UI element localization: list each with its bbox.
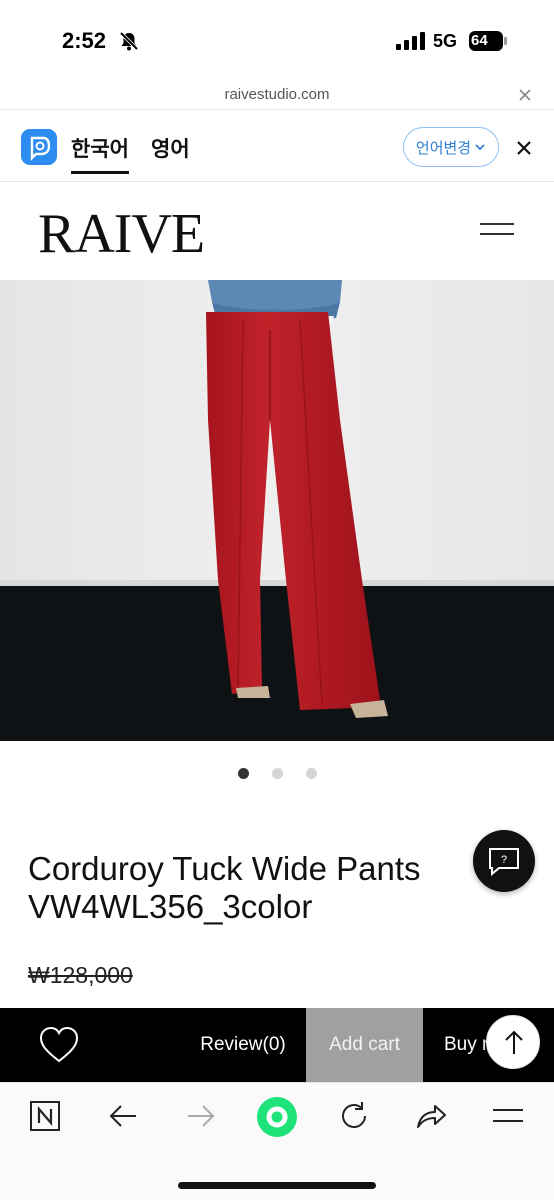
naver-n-icon[interactable] bbox=[28, 1099, 62, 1133]
add-cart-button[interactable]: Add cart bbox=[306, 1008, 423, 1082]
change-language-button[interactable]: 언어변경 bbox=[403, 127, 499, 167]
carousel-pagination bbox=[0, 768, 554, 780]
reload-icon[interactable] bbox=[337, 1099, 371, 1133]
chat-button[interactable]: ? bbox=[473, 830, 535, 892]
menu-icon[interactable] bbox=[491, 1099, 525, 1133]
purchase-action-bar: Review(0) Add cart Buy now bbox=[0, 1008, 554, 1082]
cell-signal-icon bbox=[396, 32, 425, 50]
product-photo[interactable] bbox=[0, 280, 554, 741]
scroll-to-top-button[interactable] bbox=[486, 1015, 540, 1069]
arrow-up-icon bbox=[505, 1030, 523, 1054]
forward-arrow-icon[interactable] bbox=[184, 1099, 218, 1133]
tab-english[interactable]: 영어 bbox=[151, 133, 190, 171]
carousel-dot[interactable] bbox=[238, 768, 249, 779]
tab-korean[interactable]: 한국어 bbox=[71, 133, 129, 174]
status-time: 2:52 bbox=[62, 28, 107, 53]
brand-logo[interactable]: RAIVE bbox=[38, 202, 205, 266]
product-name: Corduroy Tuck Wide Pants bbox=[28, 850, 421, 887]
translate-bar: 한국어 영어 언어변경 bbox=[0, 112, 554, 182]
home-indicator bbox=[178, 1182, 376, 1189]
change-language-label: 언어변경 bbox=[415, 139, 472, 157]
back-arrow-icon[interactable] bbox=[106, 1099, 140, 1133]
heart-icon[interactable] bbox=[38, 1025, 80, 1065]
chevron-down-icon bbox=[475, 144, 485, 151]
hamburger-menu-icon[interactable] bbox=[480, 223, 514, 239]
review-button[interactable]: Review(0) bbox=[188, 1008, 298, 1082]
site-header: RAIVE bbox=[0, 182, 554, 280]
url-text[interactable]: raivestudio.com bbox=[0, 86, 554, 103]
url-bar[interactable]: raivestudio.com bbox=[0, 80, 554, 110]
status-bar: 2:52 5G 64 bbox=[0, 0, 554, 80]
carousel-dot[interactable] bbox=[306, 768, 317, 779]
network-type: 5G bbox=[433, 31, 458, 51]
svg-text:?: ? bbox=[501, 854, 507, 866]
original-price: ₩128,000 bbox=[28, 962, 133, 988]
carousel-dot[interactable] bbox=[272, 768, 283, 779]
product-title: Corduroy Tuck Wide Pants VW4WL356_3color bbox=[28, 850, 458, 926]
browser-toolbar bbox=[0, 1082, 554, 1200]
bell-muted-icon bbox=[119, 31, 139, 51]
close-icon[interactable] bbox=[514, 138, 534, 158]
share-icon[interactable] bbox=[414, 1099, 448, 1133]
battery-icon: 64 bbox=[469, 31, 507, 51]
product-code: VW4WL356_3color bbox=[28, 888, 313, 925]
papago-icon bbox=[21, 129, 57, 165]
close-icon[interactable] bbox=[516, 86, 534, 104]
green-home-dot-icon[interactable] bbox=[256, 1096, 298, 1138]
battery-level: 64 bbox=[471, 32, 488, 49]
chat-bubble-icon: ? bbox=[489, 848, 519, 877]
